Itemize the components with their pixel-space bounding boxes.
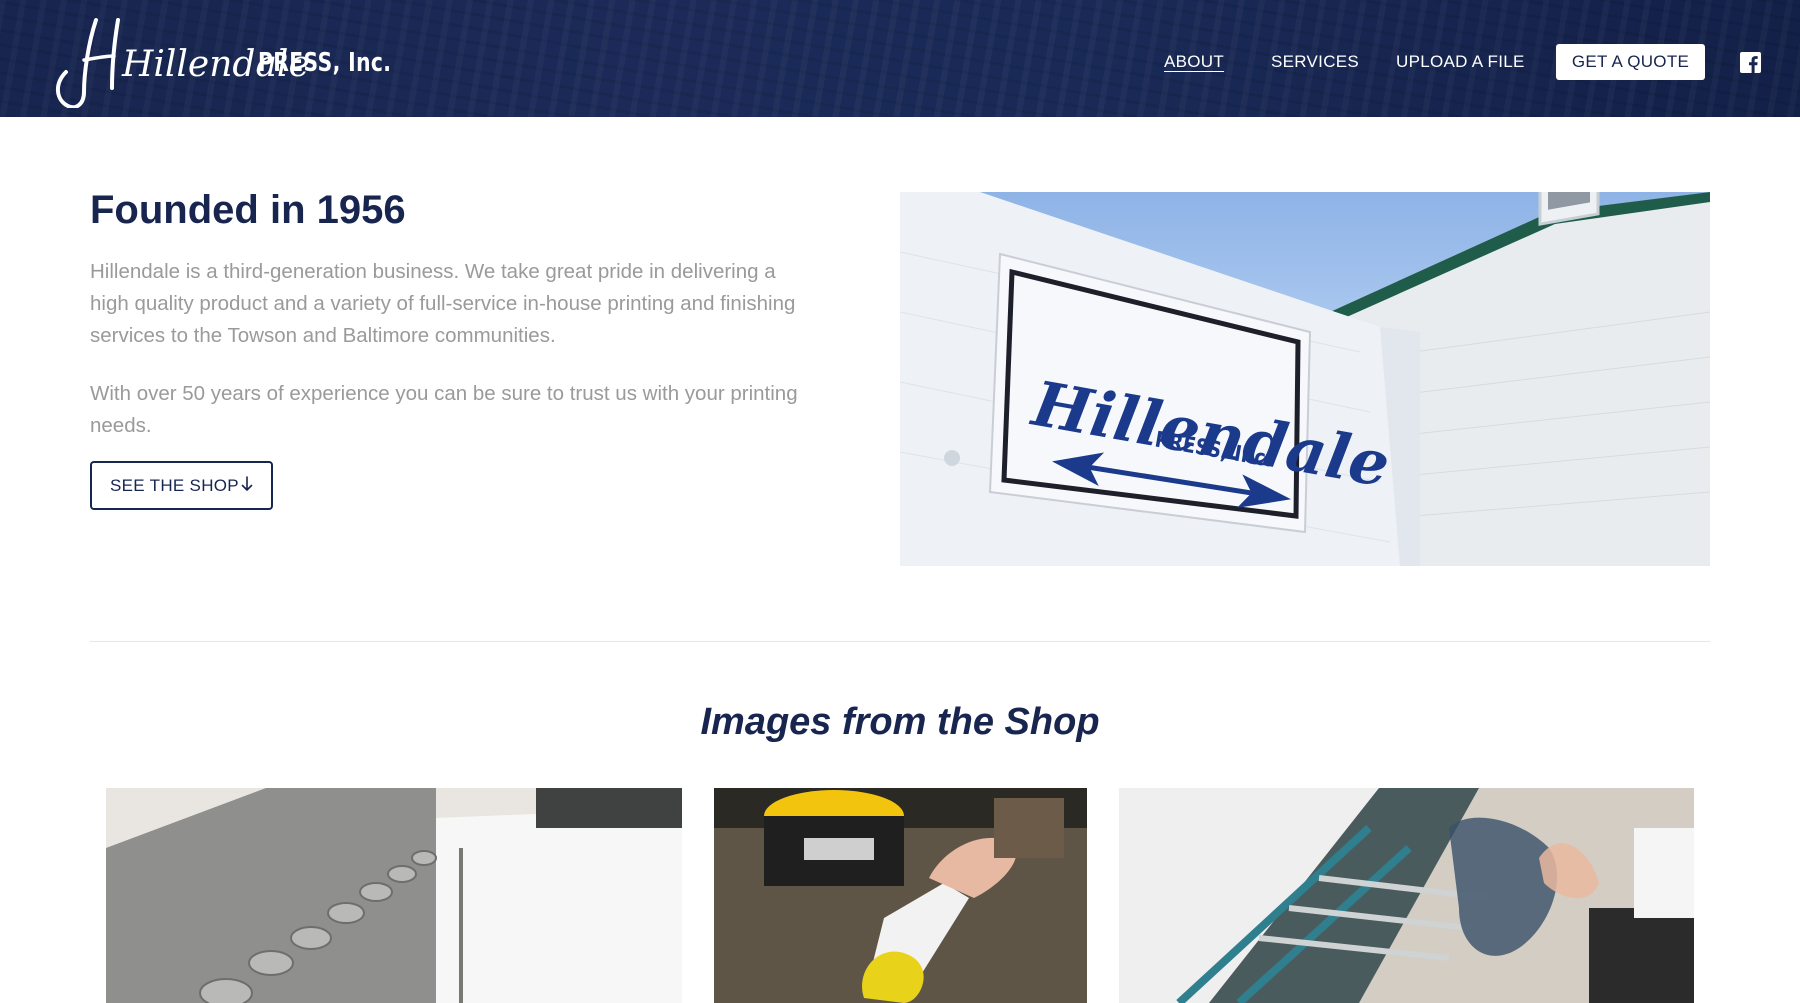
building-sign-photo: Hillendale PRESS, Inc. <box>900 192 1710 566</box>
section-divider <box>90 641 1710 642</box>
gallery-photo-press-machine[interactable] <box>106 788 682 1003</box>
building-sign-illustration: Hillendale PRESS, Inc. <box>900 192 1710 566</box>
get-a-quote-button[interactable]: GET A QUOTE <box>1556 44 1705 80</box>
site-header: Hillendale PRESS, Inc. ABOUT SERVICES UP… <box>0 0 1800 117</box>
nav-services[interactable]: SERVICES <box>1271 44 1359 80</box>
facebook-icon[interactable] <box>1740 52 1761 73</box>
see-the-shop-button[interactable]: SEE THE SHOP <box>90 461 273 510</box>
about-paragraph-1: Hillendale is a third-generation busines… <box>90 260 796 347</box>
gallery-photo-ink-spatula[interactable] <box>714 788 1087 1003</box>
folding-machine-illustration <box>1119 788 1694 1003</box>
press-machine-illustration <box>106 788 682 1003</box>
gallery-photo-folding-machine[interactable] <box>1119 788 1694 1003</box>
about-title: Founded in 1956 <box>90 188 406 232</box>
arrow-down-icon <box>241 476 253 491</box>
logo-press-text: PRESS, Inc. <box>258 48 392 78</box>
site-logo[interactable]: Hillendale PRESS, Inc. <box>48 14 391 108</box>
ink-spatula-illustration <box>714 788 1087 1003</box>
gallery-title: Images from the Shop <box>700 701 1100 743</box>
nav-about[interactable]: ABOUT <box>1164 44 1224 80</box>
about-paragraph-2: With over 50 years of experience you can… <box>90 382 798 437</box>
nav-upload-a-file[interactable]: UPLOAD A FILE <box>1396 44 1525 80</box>
see-the-shop-label: SEE THE SHOP <box>110 475 239 495</box>
